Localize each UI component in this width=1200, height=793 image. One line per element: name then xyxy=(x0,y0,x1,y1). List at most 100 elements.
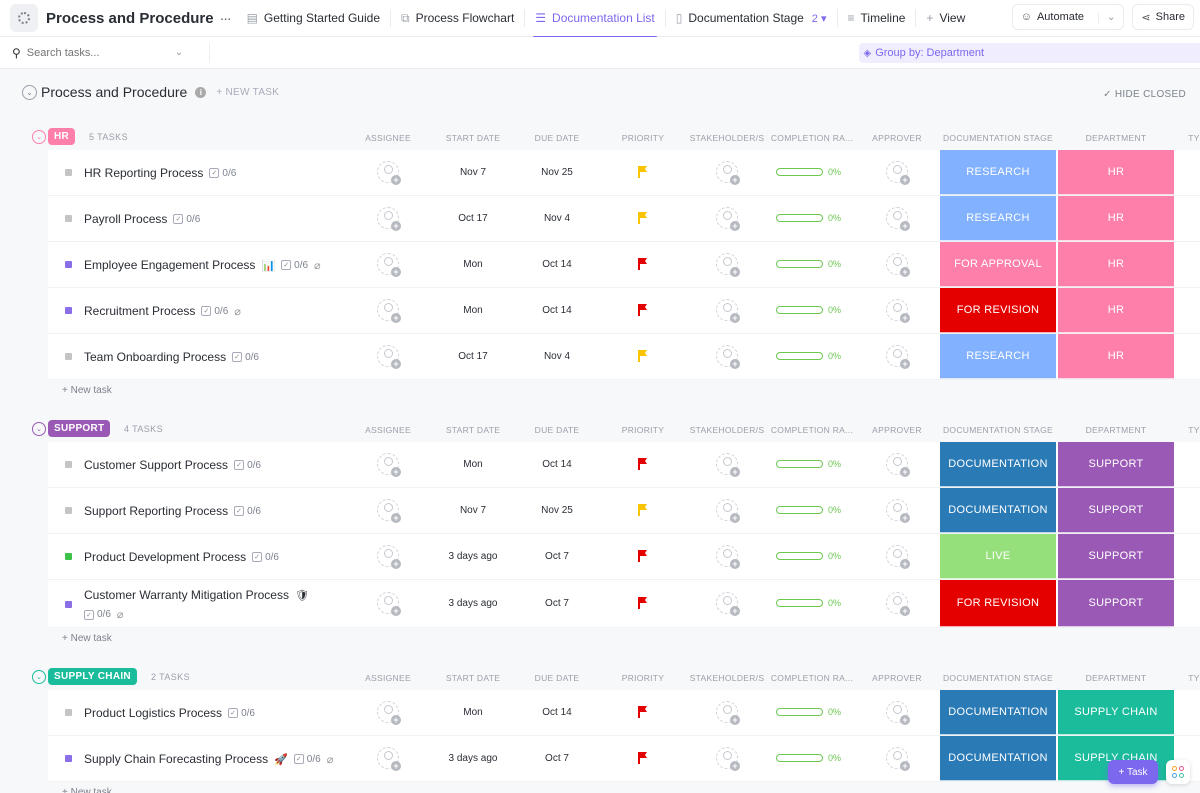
due-date[interactable]: Oct 7 xyxy=(545,753,569,764)
due-date[interactable]: Oct 14 xyxy=(542,259,571,270)
tab-count[interactable]: 2 ▾ xyxy=(812,12,827,25)
approver-avatar[interactable] xyxy=(886,499,910,523)
start-date[interactable]: Nov 7 xyxy=(460,167,486,178)
start-date[interactable]: 3 days ago xyxy=(449,551,498,562)
department-cell[interactable]: HR xyxy=(1058,242,1174,287)
tab-documentation-stage[interactable]: ▯ Documentation Stage 2 ▾ xyxy=(666,0,837,37)
chevron-down-icon[interactable]: ⌄ xyxy=(175,47,183,58)
task-row[interactable]: Payroll Process ✓0/6 Oct 17 Nov 4 0% RESE… xyxy=(48,196,1200,242)
stakeholder-avatar[interactable] xyxy=(716,161,740,185)
start-date[interactable]: 3 days ago xyxy=(449,753,498,764)
column-header[interactable]: TY xyxy=(1188,133,1199,143)
priority-flag-icon[interactable] xyxy=(638,597,648,609)
task-name[interactable]: Recruitment Process xyxy=(84,304,195,318)
start-date[interactable]: Mon xyxy=(463,707,482,718)
priority-flag-icon[interactable] xyxy=(638,706,648,718)
approver-avatar[interactable] xyxy=(886,545,910,569)
column-header[interactable]: PRIORITY xyxy=(622,425,665,435)
status-icon[interactable] xyxy=(65,755,72,762)
stakeholder-avatar[interactable] xyxy=(716,207,740,231)
start-date[interactable]: Nov 7 xyxy=(460,505,486,516)
documentation-stage-cell[interactable]: FOR REVISION xyxy=(940,580,1056,627)
column-header[interactable]: START DATE xyxy=(446,133,500,143)
approver-avatar[interactable] xyxy=(886,592,910,616)
documentation-stage-cell[interactable]: DOCUMENTATION xyxy=(940,488,1056,533)
share-button[interactable]: ⋖ Share xyxy=(1132,4,1194,30)
status-icon[interactable] xyxy=(65,261,72,268)
status-icon[interactable] xyxy=(65,215,72,222)
stakeholder-avatar[interactable] xyxy=(716,747,740,771)
status-icon[interactable] xyxy=(65,553,72,560)
column-header[interactable]: DEPARTMENT xyxy=(1086,133,1147,143)
task-name[interactable]: Customer Support Process xyxy=(84,458,228,472)
department-cell[interactable]: HR xyxy=(1058,334,1174,379)
tab-view[interactable]: + View xyxy=(916,0,975,37)
status-icon[interactable] xyxy=(65,169,72,176)
column-header[interactable]: DUE DATE xyxy=(535,673,580,683)
start-date[interactable]: Mon xyxy=(463,259,482,270)
stakeholder-avatar[interactable] xyxy=(716,592,740,616)
status-icon[interactable] xyxy=(65,307,72,314)
column-header[interactable]: DUE DATE xyxy=(535,133,580,143)
attachment-icon[interactable]: ⌀ xyxy=(117,608,124,621)
column-header[interactable]: TY xyxy=(1188,425,1199,435)
status-icon[interactable] xyxy=(65,461,72,468)
approver-avatar[interactable] xyxy=(886,701,910,725)
priority-flag-icon[interactable] xyxy=(638,166,648,178)
due-date[interactable]: Oct 7 xyxy=(545,551,569,562)
approver-avatar[interactable] xyxy=(886,253,910,277)
column-header[interactable]: DOCUMENTATION STAGE xyxy=(943,133,1053,143)
start-date[interactable]: Mon xyxy=(463,305,482,316)
approver-avatar[interactable] xyxy=(886,299,910,323)
documentation-stage-cell[interactable]: FOR REVISION xyxy=(940,288,1056,333)
column-header[interactable]: DUE DATE xyxy=(535,425,580,435)
apps-icon[interactable] xyxy=(1166,760,1190,784)
assignee-avatar[interactable] xyxy=(377,207,401,231)
search-input[interactable] xyxy=(26,46,167,59)
collapse-group-icon[interactable]: ⌄ xyxy=(32,130,46,144)
assignee-avatar[interactable] xyxy=(377,161,401,185)
priority-flag-icon[interactable] xyxy=(638,350,648,362)
task-row[interactable]: Customer Warranty Mitigation Process 🛡 ✓ 0/… xyxy=(48,580,1200,628)
assignee-avatar[interactable] xyxy=(377,747,401,771)
tab-timeline[interactable]: ≡ Timeline xyxy=(838,0,916,37)
attachment-icon[interactable]: ⌀ xyxy=(327,753,334,766)
column-header[interactable]: STAKEHOLDER/S xyxy=(690,133,765,143)
department-cell[interactable]: SUPPORT xyxy=(1058,442,1174,487)
priority-flag-icon[interactable] xyxy=(638,258,648,270)
task-row[interactable]: HR Reporting Process ✓0/6 Nov 7 Nov 25 0%… xyxy=(48,150,1200,196)
task-name[interactable]: Product Development Process xyxy=(84,550,246,564)
column-header[interactable]: COMPLETION RA... xyxy=(771,133,853,143)
add-task-button[interactable]: + Task xyxy=(1108,760,1158,784)
department-cell[interactable]: HR xyxy=(1058,288,1174,333)
task-row[interactable]: Supply Chain Forecasting Process 🚀 ✓0/6 ⌀ 3… xyxy=(48,736,1200,782)
space-icon[interactable] xyxy=(10,4,38,32)
stakeholder-avatar[interactable] xyxy=(716,345,740,369)
due-date[interactable]: Oct 14 xyxy=(542,305,571,316)
priority-flag-icon[interactable] xyxy=(638,550,648,562)
task-name[interactable]: Product Logistics Process xyxy=(84,706,222,720)
due-date[interactable]: Nov 4 xyxy=(544,351,570,362)
priority-flag-icon[interactable] xyxy=(638,752,648,764)
task-row[interactable]: Product Logistics Process ✓0/6 Mon Oct 14… xyxy=(48,690,1200,736)
task-row[interactable]: Customer Support Process✓0/6 Mon Oct 14 … xyxy=(48,442,1200,488)
task-name[interactable]: Employee Engagement Process xyxy=(84,258,255,272)
status-icon[interactable] xyxy=(65,353,72,360)
due-date[interactable]: Nov 25 xyxy=(541,167,573,178)
task-name[interactable]: Team Onboarding Process xyxy=(84,350,226,364)
assignee-avatar[interactable] xyxy=(377,299,401,323)
approver-avatar[interactable] xyxy=(886,207,910,231)
column-header[interactable]: ASSIGNEE xyxy=(365,673,411,683)
chevron-down-icon[interactable]: ⌄ xyxy=(1098,11,1115,23)
stakeholder-avatar[interactable] xyxy=(716,499,740,523)
attachment-icon[interactable]: ⌀ xyxy=(314,259,321,272)
start-date[interactable]: Mon xyxy=(463,459,482,470)
department-cell[interactable]: SUPPORT xyxy=(1058,488,1174,533)
task-row[interactable]: Recruitment Process ✓0/6 ⌀ Mon Oct 14 0% F… xyxy=(48,288,1200,334)
column-header[interactable]: COMPLETION RA... xyxy=(771,425,853,435)
start-date[interactable]: 3 days ago xyxy=(449,598,498,609)
column-header[interactable]: APPROVER xyxy=(872,673,922,683)
column-header[interactable]: DEPARTMENT xyxy=(1086,673,1147,683)
column-header[interactable]: ASSIGNEE xyxy=(365,133,411,143)
column-header[interactable]: APPROVER xyxy=(872,133,922,143)
